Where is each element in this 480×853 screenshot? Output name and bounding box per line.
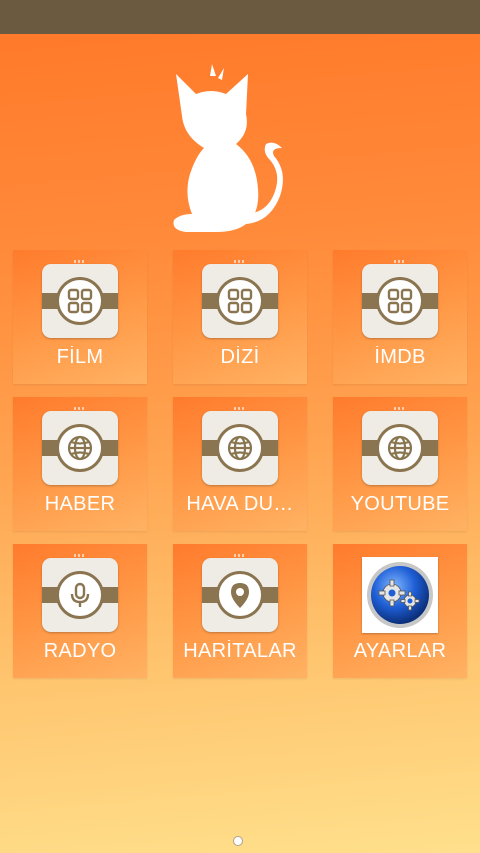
app-tile-haber[interactable]: HABER: [13, 397, 147, 531]
app-label: YOUTUBE: [350, 493, 450, 515]
app-label: FİLM: [56, 346, 104, 368]
app-tile-ayarlar[interactable]: AYARLAR: [333, 544, 467, 678]
app-label: AYARLAR: [353, 640, 447, 662]
grid-apps-icon: [202, 264, 278, 338]
app-tile-dizi[interactable]: DİZİ: [173, 250, 307, 384]
decor-dots: [74, 554, 86, 557]
app-tile-hava-durumu[interactable]: HAVA DU…: [173, 397, 307, 531]
home-screen: FİLM DİZİ İMDB HABER HAVA DU… YOUTUBE RA…: [0, 34, 480, 853]
decor-dots: [74, 260, 86, 263]
app-tile-haritalar[interactable]: HARİTALAR: [173, 544, 307, 678]
app-tile-radyo[interactable]: RADYO: [13, 544, 147, 678]
app-label: HAVA DU…: [186, 493, 294, 515]
grid-apps-icon: [362, 264, 438, 338]
globe-icon: [42, 411, 118, 485]
page-indicator-dot[interactable]: [233, 836, 243, 846]
app-label: HARİTALAR: [183, 640, 297, 662]
settings-gears-icon: [362, 557, 438, 633]
decor-dots: [234, 554, 246, 557]
app-label: DİZİ: [220, 346, 260, 368]
decor-dots: [394, 407, 406, 410]
globe-icon: [202, 411, 278, 485]
app-tile-youtube[interactable]: YOUTUBE: [333, 397, 467, 531]
app-tile-imdb[interactable]: İMDB: [333, 250, 467, 384]
decor-dots: [234, 407, 246, 410]
microphone-icon: [42, 558, 118, 632]
decor-dots: [394, 260, 406, 263]
decor-dots: [234, 260, 246, 263]
app-grid: FİLM DİZİ İMDB HABER HAVA DU… YOUTUBE RA…: [0, 34, 480, 853]
globe-icon: [362, 411, 438, 485]
status-bar: [0, 0, 480, 34]
app-label: RADYO: [43, 640, 117, 662]
map-pin-icon: [202, 558, 278, 632]
app-tile-film[interactable]: FİLM: [13, 250, 147, 384]
app-label: HABER: [44, 493, 116, 515]
decor-dots: [74, 407, 86, 410]
grid-apps-icon: [42, 264, 118, 338]
app-label: İMDB: [374, 346, 426, 368]
